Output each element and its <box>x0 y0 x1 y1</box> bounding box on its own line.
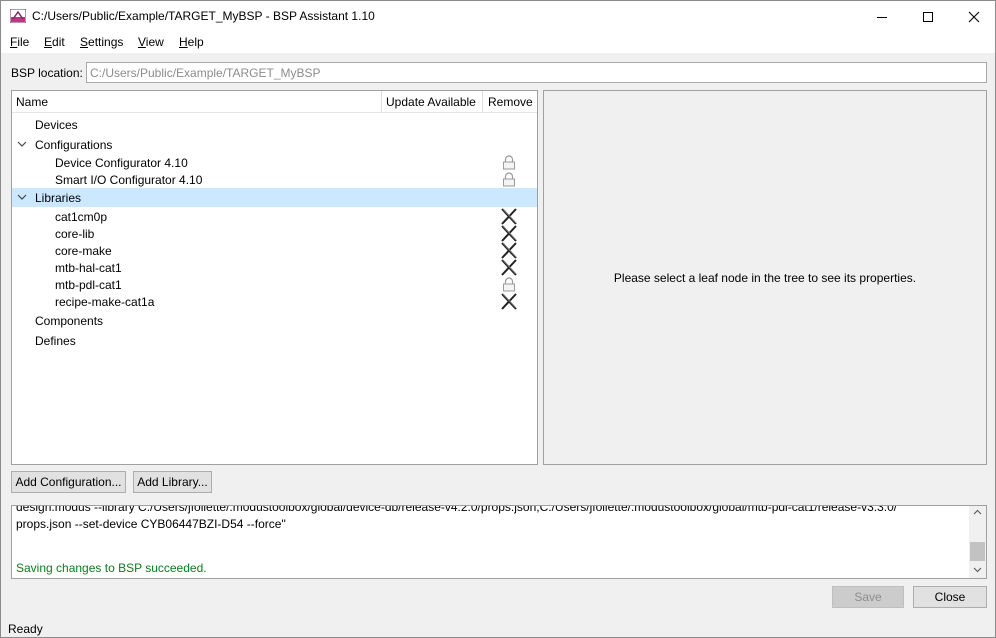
menu-help-label: elp <box>187 35 204 49</box>
bsp-location-label: BSP location: <box>11 66 83 80</box>
close-icon <box>968 11 980 22</box>
scroll-up-icon[interactable] <box>973 509 982 515</box>
tree-item-configurations[interactable]: Configurations <box>12 136 537 153</box>
log-line: props.json --set-device CYB06447BZI-D54 … <box>16 517 286 531</box>
column-remove[interactable]: Remove <box>488 95 533 109</box>
save-button[interactable]: Save <box>832 586 904 608</box>
tree-item-devices[interactable]: Devices <box>12 116 537 133</box>
bsp-tree[interactable]: Name Update Available Remove Devices Con… <box>11 90 538 465</box>
maximize-icon <box>923 11 933 22</box>
tree-item-device-configurator[interactable]: Device Configurator 4.10 <box>12 154 537 171</box>
lock-icon <box>503 155 515 170</box>
tree-item-smart-io-configurator[interactable]: Smart I/O Configurator 4.10 <box>12 171 537 188</box>
remove-x-icon[interactable] <box>500 293 518 310</box>
menu-help-mnemonic: H <box>179 35 188 49</box>
remove-x-icon[interactable] <box>500 242 518 259</box>
tree-item-cat1cm0p[interactable]: cat1cm0p <box>12 208 537 225</box>
tree-item-mtb-pdl-cat1[interactable]: mtb-pdl-cat1 <box>12 276 537 293</box>
tree-item-defines[interactable]: Defines <box>12 332 537 349</box>
remove-x-icon[interactable] <box>500 259 518 276</box>
menu-bar: File Edit Settings View Help <box>1 32 995 53</box>
minimize-button[interactable] <box>859 1 905 32</box>
tree-item-label: Smart I/O Configurator 4.10 <box>55 173 203 187</box>
tree-item-label: recipe-make-cat1a <box>55 295 155 309</box>
scroll-down-icon[interactable] <box>973 567 982 573</box>
menu-settings-label: ettings <box>88 35 124 49</box>
menu-view[interactable]: View <box>138 35 164 49</box>
column-separator <box>482 91 483 113</box>
tree-item-label: Libraries <box>35 191 82 205</box>
log-success-message: Saving changes to BSP succeeded. <box>16 561 207 575</box>
tree-item-label: cat1cm0p <box>55 210 108 224</box>
menu-view-label: iew <box>145 35 164 49</box>
menu-view-mnemonic: V <box>138 35 146 49</box>
minimize-icon <box>877 16 887 18</box>
menu-edit-mnemonic: E <box>44 35 53 49</box>
tree-item-label: Device Configurator 4.10 <box>55 156 188 170</box>
menu-edit-label: dit <box>52 35 65 49</box>
chevron-down-icon[interactable] <box>17 139 27 149</box>
log-scrollbar[interactable] <box>969 506 986 578</box>
tree-item-label: Defines <box>35 334 76 348</box>
title-bar[interactable]: C:/Users/Public/Example/TARGET_MyBSP - B… <box>1 1 995 32</box>
properties-panel: Please select a leaf node in the tree to… <box>543 90 987 465</box>
output-log[interactable]: design.modus --library C:/Users/jfollett… <box>11 505 987 579</box>
menu-file-label: ile <box>17 35 30 49</box>
close-window-button[interactable] <box>951 1 996 32</box>
close-button[interactable]: Close <box>913 586 987 608</box>
tree-item-label: core-lib <box>55 227 95 241</box>
remove-x-icon[interactable] <box>500 225 518 242</box>
tree-item-label: Configurations <box>35 138 113 152</box>
bsp-location-field[interactable] <box>86 62 987 83</box>
scrollbar-thumb[interactable] <box>970 542 985 561</box>
tree-item-core-lib[interactable]: core-lib <box>12 225 537 242</box>
remove-x-icon[interactable] <box>500 208 518 225</box>
application-window: C:/Users/Public/Example/TARGET_MyBSP - B… <box>0 0 996 638</box>
window-title: C:/Users/Public/Example/TARGET_MyBSP - B… <box>32 9 375 23</box>
chevron-down-icon[interactable] <box>17 192 27 202</box>
status-bar-text: Ready <box>8 622 43 636</box>
tree-item-label: Components <box>35 314 104 328</box>
menu-settings[interactable]: Settings <box>80 35 123 49</box>
menu-file[interactable]: File <box>10 35 29 49</box>
add-configuration-button[interactable]: Add Configuration... <box>11 471 126 493</box>
lock-icon <box>503 172 515 187</box>
tree-header: Name Update Available Remove <box>12 91 537 113</box>
tree-item-label: Devices <box>35 118 78 132</box>
app-icon <box>10 9 26 23</box>
tree-item-label: mtb-hal-cat1 <box>55 261 122 275</box>
tree-item-recipe-make-cat1a[interactable]: recipe-make-cat1a <box>12 293 537 310</box>
tree-item-mtb-hal-cat1[interactable]: mtb-hal-cat1 <box>12 259 537 276</box>
column-separator <box>381 91 382 113</box>
lock-icon <box>503 277 515 292</box>
tree-item-label: mtb-pdl-cat1 <box>55 278 122 292</box>
maximize-button[interactable] <box>905 1 951 32</box>
column-name[interactable]: Name <box>16 95 48 109</box>
add-library-button[interactable]: Add Library... <box>133 471 212 493</box>
log-line-partial: design.modus --library C:/Users/jfollett… <box>16 505 898 514</box>
menu-edit[interactable]: Edit <box>44 35 65 49</box>
menu-help[interactable]: Help <box>179 35 204 49</box>
tree-item-libraries[interactable]: Libraries <box>12 188 537 207</box>
properties-placeholder-message: Please select a leaf node in the tree to… <box>613 271 917 285</box>
tree-item-components[interactable]: Components <box>12 312 537 329</box>
tree-item-label: core-make <box>55 244 112 258</box>
menu-settings-mnemonic: S <box>80 35 89 49</box>
column-update-available[interactable]: Update Available <box>386 95 476 109</box>
tree-item-core-make[interactable]: core-make <box>12 242 537 259</box>
